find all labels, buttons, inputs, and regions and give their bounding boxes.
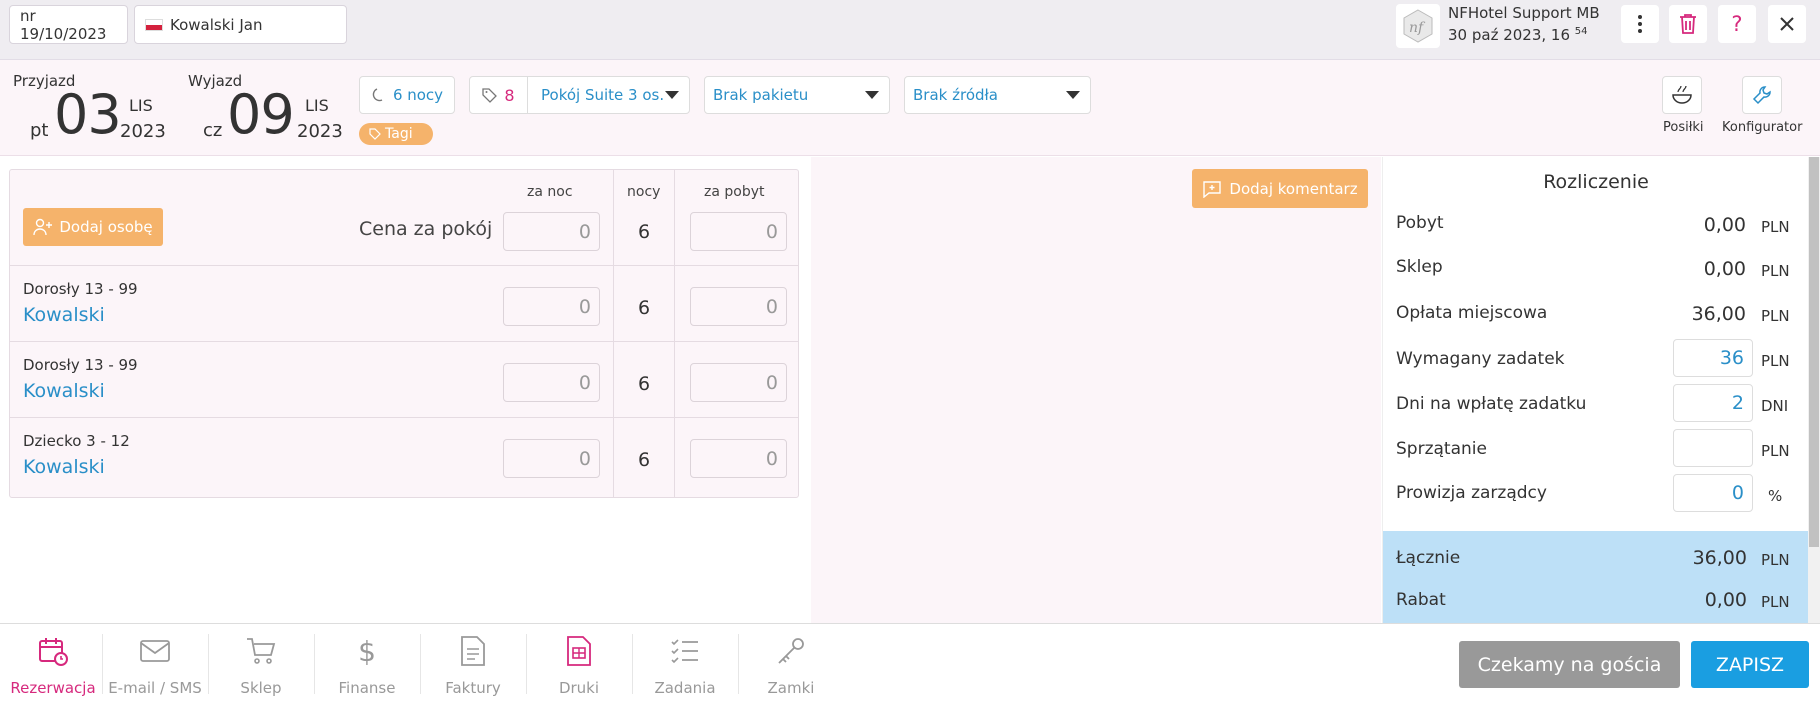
print-form-icon xyxy=(563,635,595,667)
guest-per-night-input[interactable]: 0 xyxy=(503,287,600,326)
room-price-per-night-input[interactable]: 0 xyxy=(503,212,600,251)
help-button[interactable]: ? xyxy=(1718,5,1756,43)
nights-button[interactable]: 6 nocy xyxy=(359,76,455,114)
room-number: 8 xyxy=(470,77,528,113)
tag-icon xyxy=(369,128,381,140)
guest-per-stay-input[interactable]: 0 xyxy=(690,287,787,326)
add-user-icon xyxy=(33,218,53,236)
package-select[interactable]: Brak pakietu xyxy=(704,76,890,114)
kebab-icon xyxy=(1638,15,1642,33)
tag-icon xyxy=(482,88,498,103)
guest-name: Kowalski Jan xyxy=(170,15,263,34)
tab-finance[interactable]: $ Finanse xyxy=(314,624,420,702)
invoice-icon xyxy=(457,635,489,667)
guest-name-link[interactable]: Kowalski xyxy=(23,380,105,402)
chevron-down-icon xyxy=(865,91,879,99)
waiting-for-guest-button[interactable]: Czekamy na gościa xyxy=(1459,641,1680,688)
room-price-per-stay-input[interactable]: 0 xyxy=(690,212,787,251)
delete-button[interactable] xyxy=(1669,5,1707,43)
departure-year: 2023 xyxy=(297,121,343,142)
tab-prints[interactable]: Druki xyxy=(526,624,632,702)
tab-locks[interactable]: Zamki xyxy=(738,624,844,702)
room-select[interactable]: 8 Pokój Suite 3 os. xyxy=(469,76,690,114)
room-price-label: Cena za pokój xyxy=(359,218,493,240)
moon-icon xyxy=(372,88,383,102)
dollar-icon: $ xyxy=(358,634,376,668)
cart-icon xyxy=(245,635,277,667)
cleaning-input[interactable] xyxy=(1673,429,1753,467)
chevron-down-icon xyxy=(665,91,679,99)
tags-button[interactable]: Tagi xyxy=(359,123,433,145)
guest-per-night-input[interactable]: 0 xyxy=(503,363,600,402)
guests-panel: za noc nocy za pobyt Dodaj osobę Cena za… xyxy=(9,169,799,498)
configurator-button[interactable] xyxy=(1742,76,1782,114)
close-icon xyxy=(1780,17,1794,31)
commission-input[interactable]: 0 xyxy=(1673,474,1753,512)
local-fee-value: 36,00 xyxy=(1691,303,1746,325)
settlement-scroll-thumb[interactable] xyxy=(1809,157,1819,547)
departure-day[interactable]: 09 xyxy=(227,88,295,142)
more-menu-button[interactable] xyxy=(1621,5,1659,43)
departure-month: LIS xyxy=(305,96,329,115)
tab-reservation[interactable]: Rezerwacja xyxy=(0,624,106,702)
support-date: 30 paź 2023, 16 54 xyxy=(1448,26,1588,44)
checklist-icon xyxy=(669,635,701,667)
add-person-button[interactable]: Dodaj osobę xyxy=(23,208,163,246)
arrival-day[interactable]: 03 xyxy=(54,88,122,142)
guest-name-link[interactable]: Kowalski xyxy=(23,456,105,478)
col-nights: nocy xyxy=(627,184,661,200)
meals-label: Posiłki xyxy=(1663,120,1704,135)
guest-per-stay-input[interactable]: 0 xyxy=(690,439,787,478)
add-comment-button[interactable]: Dodaj komentarz xyxy=(1192,169,1368,208)
arrival-month: LIS xyxy=(129,96,153,115)
tab-invoices[interactable]: Faktury xyxy=(420,624,526,702)
close-button[interactable] xyxy=(1768,5,1806,43)
envelope-icon xyxy=(139,635,171,667)
settlement-panel: Rozliczenie Pobyt 0,00 PLN Sklep 0,00 PL… xyxy=(1382,157,1809,623)
arrival-dow: pt xyxy=(30,120,49,141)
support-user: nf NFHotel Support MB 30 paź 2023, 16 54 xyxy=(1396,2,1606,48)
key-icon xyxy=(775,635,807,667)
guest-per-stay-input[interactable]: 0 xyxy=(690,363,787,402)
configurator-label: Konfigurator xyxy=(1722,120,1803,135)
total-value: 36,00 xyxy=(1692,547,1747,569)
settlement-summary: Łącznie 36,00 PLN Rabat 0,00 PLN xyxy=(1383,531,1809,623)
guest-chip[interactable]: Kowalski Jan xyxy=(134,5,347,44)
discount-value: 0,00 xyxy=(1704,589,1747,611)
meal-bowl-icon xyxy=(1672,85,1692,104)
col-per-stay: za pobyt xyxy=(704,184,765,200)
room-nights: 6 xyxy=(637,221,651,243)
save-button[interactable]: ZAPISZ xyxy=(1691,641,1809,688)
tab-tasks[interactable]: Zadania xyxy=(632,624,738,702)
reservation-header: Przyjazd pt 03 LIS 2023 Wyjazd cz 09 LIS… xyxy=(0,60,1820,156)
tab-shop[interactable]: Sklep xyxy=(208,624,314,702)
source-select[interactable]: Brak źródła xyxy=(904,76,1091,114)
settlement-title: Rozliczenie xyxy=(1543,171,1649,193)
reservation-number[interactable]: nr 19/10/2023 xyxy=(9,5,128,44)
arrival-year: 2023 xyxy=(120,121,166,142)
shop-value: 0,00 xyxy=(1703,258,1746,280)
poland-flag-icon xyxy=(145,18,163,31)
nfhotel-logo-icon: nf xyxy=(1396,4,1440,48)
comments-area xyxy=(811,157,1381,623)
trash-icon xyxy=(1680,14,1696,34)
departure-dow: cz xyxy=(203,120,223,141)
wrench-icon xyxy=(1752,86,1771,105)
deposit-input[interactable]: 36 xyxy=(1673,339,1753,377)
stay-value: 0,00 xyxy=(1703,214,1746,236)
support-name: NFHotel Support MB xyxy=(1448,4,1600,22)
chevron-down-icon xyxy=(1066,91,1080,99)
deposit-days-input[interactable]: 2 xyxy=(1673,384,1753,422)
calendar-clock-icon xyxy=(37,635,69,667)
top-bar: nr 19/10/2023 Kowalski Jan nf NFHotel Su… xyxy=(0,0,1820,60)
tab-email-sms[interactable]: E-mail / SMS xyxy=(102,624,208,702)
comment-plus-icon xyxy=(1203,180,1222,198)
room-type: Pokój Suite 3 os. xyxy=(541,86,665,104)
col-per-night: za noc xyxy=(527,184,573,200)
meals-button[interactable] xyxy=(1662,76,1702,114)
bottom-nav: Rezerwacja E-mail / SMS Sklep $ Finanse … xyxy=(0,623,1820,702)
guest-name-link[interactable]: Kowalski xyxy=(23,304,105,326)
question-icon: ? xyxy=(1731,12,1743,36)
guest-per-night-input[interactable]: 0 xyxy=(503,439,600,478)
